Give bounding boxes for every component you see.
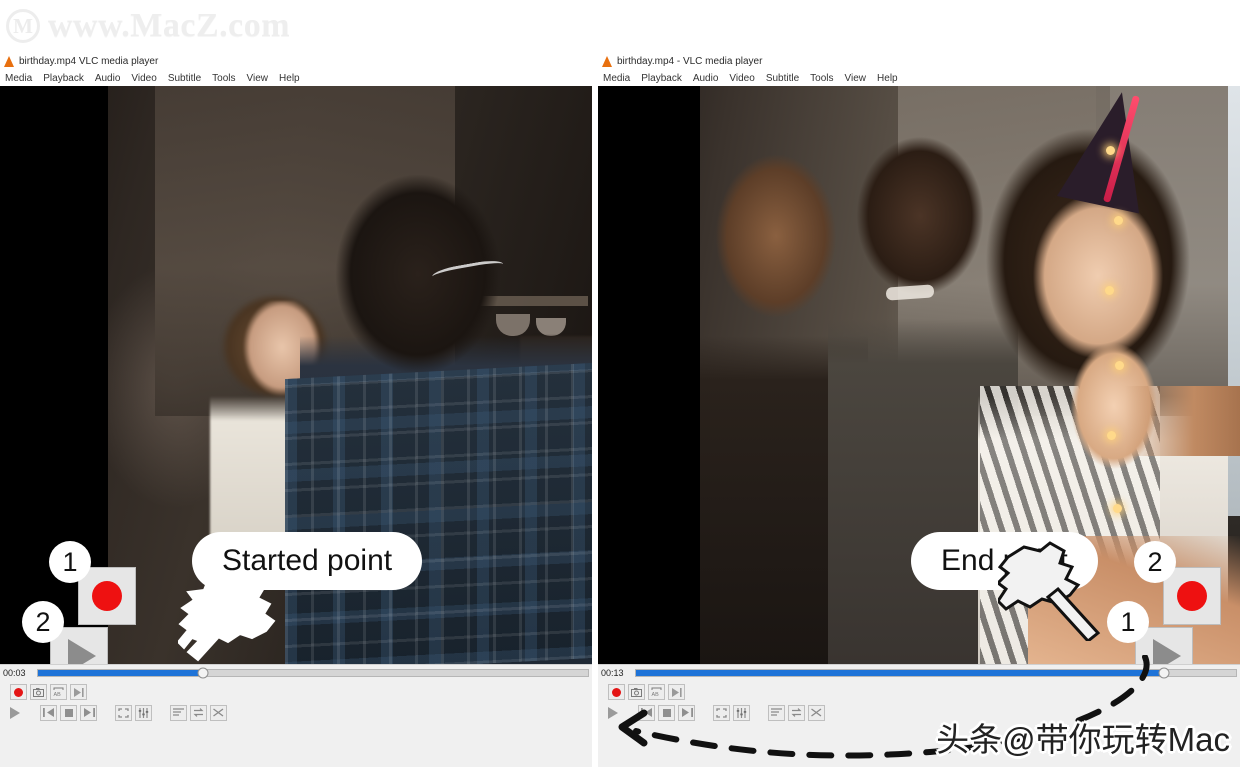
- playlist-icon: [173, 708, 184, 716]
- menu-item-media[interactable]: Media: [603, 73, 630, 84]
- equalizer-icon: [138, 707, 149, 718]
- menu-item-playback[interactable]: Playback: [43, 73, 84, 84]
- ab-loop-icon: AB: [53, 687, 64, 697]
- loop-icon: [193, 708, 204, 717]
- vlc-cone-icon: [4, 55, 14, 67]
- annotation-badge-1-right: 1: [1107, 601, 1149, 643]
- record-icon: [92, 581, 122, 611]
- next-icon: [83, 708, 95, 717]
- record-icon: [14, 687, 23, 697]
- window-title-left: birthday.mp4 VLC media player: [19, 55, 159, 67]
- annotation-badge-1-left: 1: [49, 541, 91, 583]
- previous-icon: [42, 708, 54, 717]
- camera-icon: [33, 687, 44, 697]
- annotation-record-button-left[interactable]: [78, 567, 136, 625]
- menu-item-subtitle[interactable]: Subtitle: [766, 73, 799, 84]
- annotation-record-button-right[interactable]: [1163, 567, 1221, 625]
- hand-cursor-icon-right: [998, 541, 1101, 641]
- menu-item-video[interactable]: Video: [131, 73, 156, 84]
- hand-cursor-icon-left: [178, 576, 276, 662]
- extended-settings-button-left[interactable]: [135, 704, 152, 721]
- vlc-window-left: birthday.mp4 VLC media player Media Play…: [0, 52, 592, 767]
- menubar-right: Media Playback Audio Video Subtitle Tool…: [598, 70, 1240, 86]
- frame-by-frame-button-left[interactable]: [70, 684, 87, 700]
- macz-watermark-text: www.MacZ.com: [48, 7, 291, 44]
- annotation-badge-2-right: 2: [1134, 541, 1176, 583]
- window-title-right: birthday.mp4 - VLC media player: [617, 55, 763, 67]
- menu-item-audio[interactable]: Audio: [95, 73, 121, 84]
- main-toolbar-left: [0, 701, 592, 727]
- menu-item-view[interactable]: View: [247, 73, 269, 84]
- titlebar-right: birthday.mp4 - VLC media player: [598, 52, 1240, 70]
- seek-row-left: 00:03: [0, 665, 592, 681]
- menu-item-audio[interactable]: Audio: [693, 73, 719, 84]
- menu-item-help[interactable]: Help: [279, 73, 300, 84]
- ab-loop-button-left[interactable]: AB: [50, 684, 67, 700]
- menubar-left: Media Playback Audio Video Subtitle Tool…: [0, 70, 592, 86]
- play-button-left[interactable]: [4, 703, 26, 722]
- record-icon: [1177, 581, 1207, 611]
- screenshot-root: M www.MacZ.com birthday.mp4 VLC media pl…: [0, 0, 1240, 767]
- fullscreen-button-left[interactable]: [115, 704, 132, 721]
- top-watermark-band: M www.MacZ.com: [0, 0, 1240, 52]
- next-button-left[interactable]: [80, 704, 97, 721]
- shuffle-button-left[interactable]: [210, 704, 227, 721]
- controls-left: 00:03 AB: [0, 664, 592, 727]
- video-surface-right[interactable]: End point Shift + R 2 1: [598, 86, 1240, 664]
- menu-item-media[interactable]: Media: [5, 73, 32, 84]
- play-icon: [68, 639, 96, 664]
- playlist-button-left[interactable]: [170, 704, 187, 721]
- shuffle-icon: [213, 708, 224, 717]
- menu-item-tools[interactable]: Tools: [212, 73, 235, 84]
- previous-button-left[interactable]: [40, 704, 57, 721]
- macz-logo-icon: M: [6, 9, 40, 43]
- snapshot-button-left[interactable]: [30, 684, 47, 700]
- video-surface-left[interactable]: Started point Shift + R 1 2: [0, 86, 592, 664]
- play-icon: [10, 706, 20, 719]
- menu-item-help[interactable]: Help: [877, 73, 898, 84]
- seek-fill-left: [38, 670, 203, 676]
- loop-button-left[interactable]: [190, 704, 207, 721]
- seek-slider-left[interactable]: [37, 667, 589, 679]
- stop-icon: [64, 708, 73, 717]
- annotation-badge-2-left: 2: [22, 601, 64, 643]
- stop-button-left[interactable]: [60, 704, 77, 721]
- seek-handle-left[interactable]: [197, 667, 209, 679]
- titlebar-left: birthday.mp4 VLC media player: [0, 52, 592, 70]
- menu-item-playback[interactable]: Playback: [641, 73, 682, 84]
- frame-step-icon: [74, 687, 84, 697]
- menu-item-subtitle[interactable]: Subtitle: [168, 73, 201, 84]
- menu-item-tools[interactable]: Tools: [810, 73, 833, 84]
- menu-item-view[interactable]: View: [845, 73, 867, 84]
- menu-item-video[interactable]: Video: [729, 73, 754, 84]
- record-button-left[interactable]: [10, 684, 27, 700]
- letterbox-bar-right: [598, 86, 700, 664]
- advanced-toolbar-left: AB: [0, 681, 592, 701]
- svg-text:AB: AB: [54, 692, 62, 697]
- vlc-cone-icon: [602, 55, 612, 67]
- timecode-left: 00:03: [3, 668, 26, 678]
- bottom-watermark-text: 头条@带你玩转Mac: [936, 721, 1230, 758]
- fullscreen-icon: [118, 707, 129, 718]
